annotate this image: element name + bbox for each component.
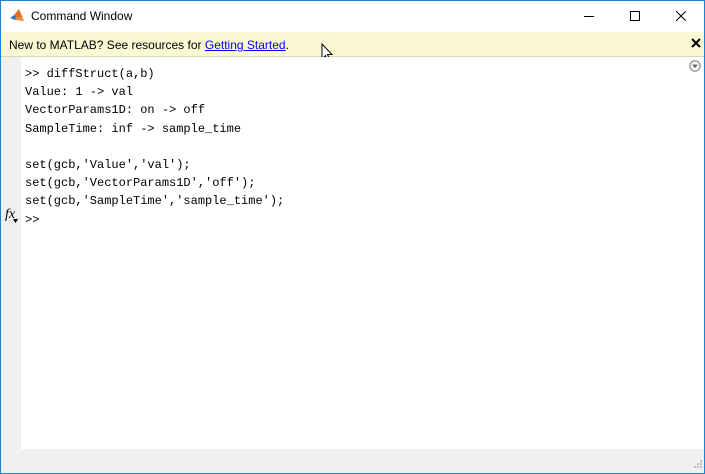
resize-grip-icon[interactable] bbox=[691, 459, 703, 471]
console-lines: >> diffStruct(a,b) Value: 1 -> val VectorP… bbox=[25, 65, 284, 229]
window-title: Command Window bbox=[31, 9, 133, 23]
console-line: >> diffStruct(a,b) bbox=[25, 67, 155, 81]
info-bar: New to MATLAB? See resources for Getting… bbox=[1, 32, 704, 57]
minimize-icon bbox=[584, 16, 594, 17]
status-bar bbox=[1, 449, 704, 473]
command-window: Command Window New to MATLAB? See resour… bbox=[0, 0, 705, 474]
title-bar[interactable]: Command Window bbox=[1, 1, 704, 32]
console-line: SampleTime: inf -> sample_time bbox=[25, 121, 242, 136]
close-button[interactable] bbox=[658, 1, 704, 32]
close-icon bbox=[676, 11, 686, 21]
console-line: set(gcb,'VectorParams1D','off'); bbox=[25, 176, 256, 191]
info-message-text: New to MATLAB? See resources for bbox=[9, 38, 205, 52]
console-line: VectorParams1D: on -> off bbox=[25, 103, 206, 118]
maximize-button[interactable] bbox=[612, 1, 658, 32]
console-line: Value: 1 -> val bbox=[25, 85, 134, 100]
chevron-down-icon bbox=[13, 219, 18, 223]
console-line: set(gcb,'SampleTime','sample_time'); bbox=[25, 194, 285, 209]
close-icon[interactable] bbox=[690, 37, 702, 49]
maximize-icon bbox=[630, 11, 640, 21]
getting-started-link[interactable]: Getting Started bbox=[205, 38, 286, 52]
info-message: New to MATLAB? See resources for Getting… bbox=[9, 38, 289, 52]
info-message-suffix: . bbox=[285, 38, 289, 52]
minimize-button[interactable] bbox=[566, 1, 612, 32]
console-line: set(gcb,'Value','val'); bbox=[25, 157, 191, 172]
chevron-down-circle-icon[interactable] bbox=[689, 60, 701, 72]
console-output[interactable]: >> diffStruct(a,b) Value: 1 -> val VectorP… bbox=[21, 57, 704, 449]
prompt-gutter: fx bbox=[1, 57, 21, 449]
command-prompt: >> bbox=[25, 212, 40, 227]
matlab-logo-icon bbox=[10, 9, 24, 21]
